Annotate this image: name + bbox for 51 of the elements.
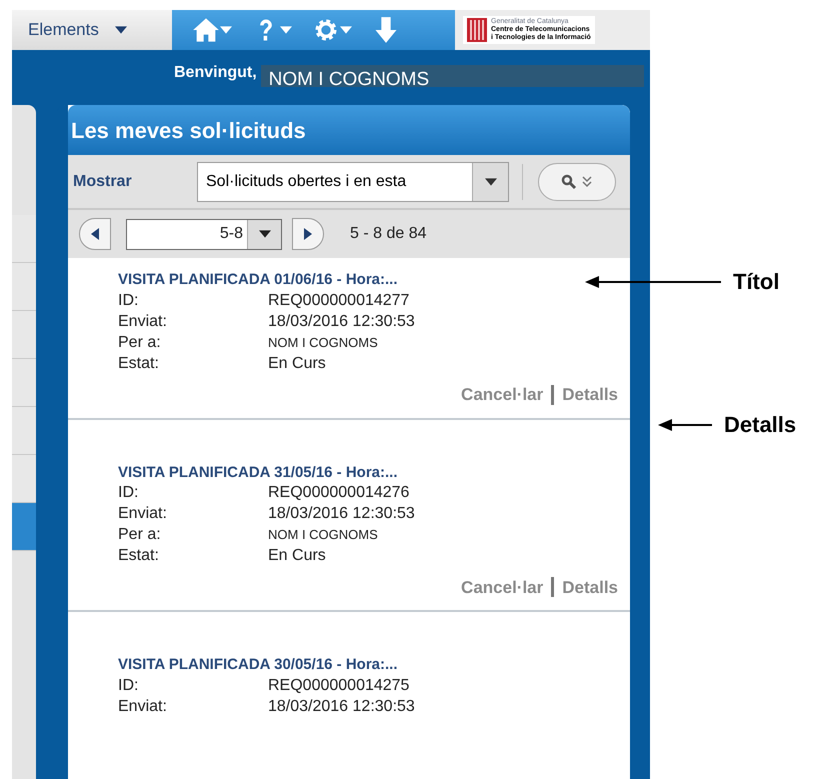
search-icon [561,174,577,190]
field-value: REQ000000014277 [268,290,410,310]
flag-icon [467,18,487,42]
caret-icon [484,178,496,186]
field-label: Estat: [118,546,160,566]
panel-title: Les meves sol·licituds [71,116,306,144]
filter-label: Mostrar [73,172,133,192]
arrow [658,418,712,430]
next-page-button[interactable] [292,218,324,250]
search-button[interactable] [538,162,616,200]
field-value: 18/03/2016 12:30:53 [268,504,415,524]
filter-dropdown[interactable]: Sol·licituds obertes i en esta [197,162,509,202]
expand-icon [581,176,593,188]
request-title[interactable]: VISITA PLANIFICADA 31/05/16 - Hora:... [118,462,398,482]
caret-icon [114,26,127,34]
annotation-label: Detalls [724,411,796,439]
sidebar-item[interactable] [12,503,36,551]
field-value: 18/03/2016 12:30:53 [268,696,415,716]
page-dropdown[interactable]: 5-8 [126,218,282,250]
caret-icon [258,230,270,238]
request-title[interactable]: VISITA PLANIFICADA 30/05/16 - Hora:... [118,655,398,675]
user-name: NOM I COGNOMS [260,64,644,86]
elements-menu[interactable]: Elements [12,10,172,50]
field-value: 18/03/2016 12:30:53 [268,312,415,332]
field-label: Per a: [118,332,162,352]
field-value: REQ000000014275 [268,676,410,696]
annotation-label: Títol [733,268,780,296]
field-label: Estat: [118,354,160,374]
caret-icon [220,26,232,34]
caret-icon [340,26,352,34]
welcome-label: Benvingut, [174,62,257,82]
field-label: Enviat: [118,696,168,716]
field-value: REQ000000014276 [268,483,410,503]
left-triangle-icon [91,228,99,240]
field-label: ID: [118,676,140,696]
field-value: En Curs [268,354,326,374]
field-label: Per a: [118,525,162,545]
field-value: En Curs [268,546,326,566]
right-triangle-icon [304,228,312,240]
field-label: ID: [118,290,140,310]
request-title[interactable]: VISITA PLANIFICADA 01/06/16 - Hora:... [118,270,398,290]
page-summary: 5 - 8 de 84 [350,224,426,244]
field-label: Enviat: [118,312,168,332]
home-menu-button[interactable] [192,16,232,44]
field-label: Enviat: [118,504,168,524]
field-label: ID: [118,483,140,503]
field-value: NOM I COGNOMS [268,334,378,352]
previous-page-button[interactable] [79,218,111,250]
field-value: NOM I COGNOMS [268,526,378,544]
caret-icon [280,26,292,34]
home-icon [192,16,220,44]
